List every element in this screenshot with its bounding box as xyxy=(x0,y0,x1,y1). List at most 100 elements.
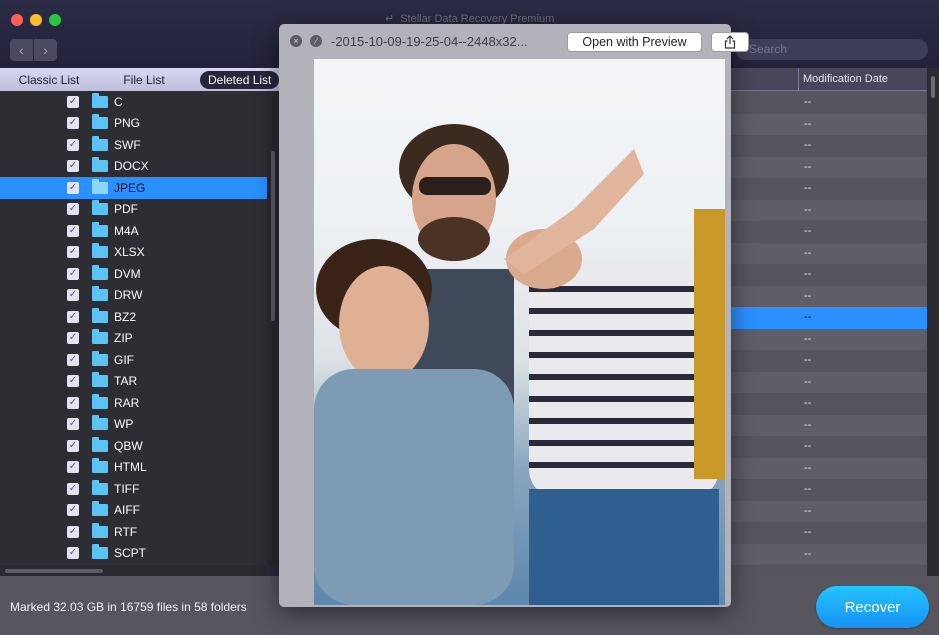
checkbox[interactable]: ✓ xyxy=(67,504,79,517)
checkbox[interactable]: ✓ xyxy=(67,267,79,280)
folder-icon xyxy=(92,135,108,151)
open-with-preview-button[interactable]: Open with Preview xyxy=(567,32,702,52)
checkbox[interactable]: ✓ xyxy=(67,138,79,151)
window-maximize-button[interactable] xyxy=(49,14,61,26)
checkbox[interactable]: ✓ xyxy=(67,353,79,366)
folder-icon xyxy=(92,415,108,431)
scroll-thumb[interactable] xyxy=(271,151,275,321)
checkbox[interactable]: ✓ xyxy=(67,332,79,345)
tree-item-bz2[interactable]: ✓ BZ2 xyxy=(0,306,267,328)
tree-item-tiff[interactable]: ✓ TIFF xyxy=(0,478,267,500)
tree-item-docx[interactable]: ✓ DOCX xyxy=(0,156,267,178)
modification-date-cell: -- xyxy=(804,375,812,388)
tree-item-xlsx[interactable]: ✓ XLSX xyxy=(0,242,267,264)
modification-date-cell: -- xyxy=(804,160,812,173)
checkbox[interactable]: ✓ xyxy=(67,160,79,173)
fullscreen-icon[interactable]: ∕ xyxy=(310,35,322,47)
tree-item-swf[interactable]: ✓ SWF xyxy=(0,134,267,156)
tree-item-qbw[interactable]: ✓ QBW xyxy=(0,435,267,457)
checkbox[interactable]: ✓ xyxy=(67,439,79,452)
modification-date-cell: -- xyxy=(804,504,812,517)
checkbox[interactable]: ✓ xyxy=(67,547,79,560)
checkbox[interactable]: ✓ xyxy=(67,418,79,431)
tree-item-zip[interactable]: ✓ ZIP xyxy=(0,328,267,350)
modification-date-cell: -- xyxy=(804,225,812,237)
tree-item-tar[interactable]: ✓ TAR xyxy=(0,371,267,393)
tree-item-pdf[interactable]: ✓ PDF xyxy=(0,199,267,221)
checkbox[interactable]: ✓ xyxy=(67,289,79,302)
forward-button[interactable]: › xyxy=(34,39,57,61)
tree-item-rar[interactable]: ✓ RAR xyxy=(0,392,267,414)
checkbox[interactable]: ✓ xyxy=(67,375,79,388)
photo-sweater-woman-left xyxy=(314,369,514,605)
tree-item-scpt[interactable]: ✓ SCPT xyxy=(0,543,267,565)
checkbox[interactable]: ✓ xyxy=(67,310,79,323)
folder-icon xyxy=(92,114,108,130)
tab-file-list[interactable]: File List xyxy=(98,73,190,87)
checkbox[interactable]: ✓ xyxy=(67,482,79,495)
folder-icon xyxy=(92,221,108,237)
search-input[interactable]: Search xyxy=(735,39,928,60)
modification-date-cell: -- xyxy=(804,289,812,302)
checkbox[interactable]: ✓ xyxy=(67,181,79,194)
scroll-thumb[interactable] xyxy=(931,76,935,98)
folder-icon xyxy=(92,92,108,108)
checkbox[interactable]: ✓ xyxy=(67,525,79,538)
tab-classic-list[interactable]: Classic List xyxy=(0,73,98,87)
back-button[interactable]: ‹ xyxy=(10,39,33,61)
tree-item-label: DRW xyxy=(114,288,143,303)
modification-date-cell: -- xyxy=(804,139,812,151)
folder-icon xyxy=(92,307,108,323)
tree-item-label: SCPT xyxy=(114,546,147,561)
tree-item-png[interactable]: ✓ PNG xyxy=(0,113,267,135)
tree-item-label: BZ2 xyxy=(114,309,137,324)
folder-icon xyxy=(92,372,108,388)
photo-flannel xyxy=(694,209,725,479)
tree-horizontal-scrollbar[interactable] xyxy=(0,565,267,576)
photo-beard-man xyxy=(418,217,490,261)
checkbox[interactable]: ✓ xyxy=(67,95,79,108)
tree-item-gif[interactable]: ✓ GIF xyxy=(0,349,267,371)
tree-item-label: PDF xyxy=(114,202,138,217)
checkbox[interactable]: ✓ xyxy=(67,117,79,130)
recover-button[interactable]: Recover xyxy=(816,586,929,628)
tree-item-label: QBW xyxy=(114,438,143,453)
tree-item-dvm[interactable]: ✓ DVM xyxy=(0,263,267,285)
view-tabs: Classic List File List Deleted List xyxy=(0,68,280,91)
window-minimize-button[interactable] xyxy=(30,14,42,26)
scroll-thumb[interactable] xyxy=(5,569,103,573)
tree-item-label: M4A xyxy=(114,223,139,238)
folder-icon xyxy=(92,329,108,345)
tree-item-wp[interactable]: ✓ WP xyxy=(0,414,267,436)
tree-item-aiff[interactable]: ✓ AIFF xyxy=(0,500,267,522)
nav-buttons: ‹ › xyxy=(10,39,57,61)
close-icon[interactable]: × xyxy=(290,35,302,47)
checkbox[interactable]: ✓ xyxy=(67,461,79,474)
checkbox[interactable]: ✓ xyxy=(67,224,79,237)
share-button[interactable] xyxy=(711,32,749,52)
checkbox[interactable]: ✓ xyxy=(67,246,79,259)
tree-item-label: PNG xyxy=(114,116,141,131)
checkbox[interactable]: ✓ xyxy=(67,203,79,216)
column-header-modification-date[interactable]: Modification Date xyxy=(799,68,927,91)
modification-date-cell: -- xyxy=(804,246,812,259)
folder-icon xyxy=(92,178,108,194)
tree-item-drw[interactable]: ✓ DRW xyxy=(0,285,267,307)
folder-icon xyxy=(92,501,108,517)
column-header-size[interactable]: e xyxy=(720,68,799,91)
tree-item-c[interactable]: ✓ C xyxy=(0,91,267,113)
tree-item-label: SWF xyxy=(114,137,141,152)
preview-filename: -2015-10-09-19-25-04--2448x32... xyxy=(331,34,528,49)
window-close-button[interactable] xyxy=(11,14,23,26)
tab-deleted-list[interactable]: Deleted List xyxy=(200,70,280,89)
tree-item-html[interactable]: ✓ HTML xyxy=(0,457,267,479)
table-vertical-scrollbar[interactable] xyxy=(927,68,939,576)
modification-date-cell: -- xyxy=(804,332,812,345)
folder-icon xyxy=(92,479,108,495)
folder-icon xyxy=(92,393,108,409)
tree-item-m4a[interactable]: ✓ M4A xyxy=(0,220,267,242)
tree-item-jpeg[interactable]: ✓ JPEG xyxy=(0,177,267,199)
chevron-right-icon: › xyxy=(43,42,48,58)
checkbox[interactable]: ✓ xyxy=(67,396,79,409)
tree-item-rtf[interactable]: ✓ RTF xyxy=(0,521,267,543)
